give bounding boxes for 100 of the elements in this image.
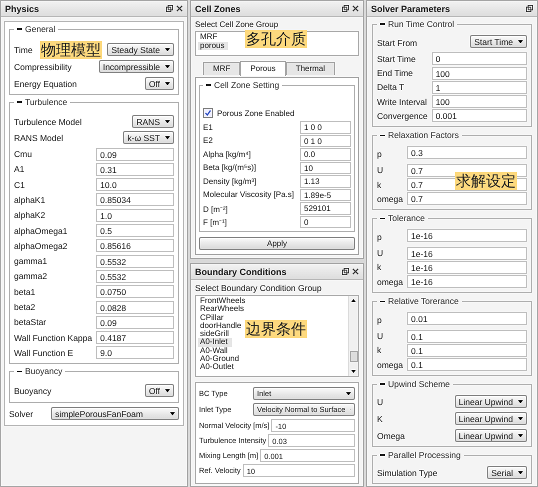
scrollbar[interactable] (348, 296, 358, 376)
restore-icon[interactable] (166, 5, 173, 12)
restore-icon[interactable] (342, 5, 349, 12)
text-field[interactable]: 1.0 (96, 208, 174, 222)
text-field[interactable]: 0.7 (407, 192, 527, 206)
restore-icon[interactable] (342, 268, 349, 275)
text-field[interactable]: 0 (432, 52, 527, 66)
text-field[interactable]: 9.0 (96, 346, 174, 360)
panel-title: Physics (5, 4, 40, 14)
text-field[interactable]: 0.1 (407, 330, 527, 343)
scrollbar-thumb[interactable] (350, 350, 358, 362)
list-item[interactable]: sideGrill (198, 330, 233, 338)
list-item[interactable]: RearWheels (198, 305, 248, 314)
close-icon[interactable] (352, 268, 359, 275)
text-field[interactable]: 0.1 (407, 358, 527, 372)
text-field[interactable]: 0.5532 (96, 254, 174, 268)
list-item[interactable]: MRF (198, 33, 222, 42)
dropdown[interactable]: simplePorousFanFoam (51, 407, 179, 420)
field-label: gamma2 (14, 271, 48, 282)
text-field[interactable]: 0.3 (407, 146, 527, 160)
text-field[interactable]: 1 0 0 (300, 121, 351, 134)
dropdown[interactable]: RANS (132, 115, 174, 128)
text-field[interactable]: 0.0 (300, 148, 351, 160)
field-label: omega (377, 360, 403, 370)
dropdown[interactable]: Start Time (470, 35, 527, 48)
field-label: F [m⁻¹] (203, 217, 227, 228)
text-field[interactable]: 100 (432, 95, 527, 108)
dropdown[interactable]: Linear Upwind (454, 429, 527, 442)
scroll-down-icon[interactable] (351, 370, 356, 373)
text-field[interactable]: 1e-16 (407, 275, 527, 288)
apply-button[interactable]: Apply (199, 237, 355, 250)
field-label: C1 (14, 180, 25, 190)
text-field[interactable]: 1e-16 (407, 246, 527, 260)
group-title: Parallel Processing (388, 450, 461, 460)
dropdown[interactable]: Linear Upwind (454, 412, 527, 426)
field-label: RANS Model (14, 132, 64, 143)
list-item[interactable]: A0-Wall (198, 346, 232, 356)
dropdown[interactable]: Steady State (107, 43, 174, 56)
list-item[interactable]: porous (198, 42, 228, 50)
text-field[interactable]: 0.31 (96, 162, 174, 176)
scroll-up-icon[interactable] (351, 299, 356, 302)
list-item[interactable]: FrontWheels (198, 297, 250, 306)
text-field[interactable]: 1.89e-5 (300, 188, 351, 201)
text-field[interactable]: 0.85034 (96, 193, 174, 206)
dropdown[interactable]: Serial (487, 466, 527, 480)
text-field[interactable]: 529101 (300, 202, 351, 214)
text-field[interactable]: 1e-16 (407, 229, 527, 242)
list-item[interactable]: A0-Ground (198, 355, 244, 364)
field-label: beta2 (14, 302, 36, 312)
tab[interactable]: Thermal (286, 62, 336, 75)
text-field[interactable]: 0.0750 (96, 285, 174, 298)
close-icon[interactable] (352, 5, 359, 12)
text-field[interactable]: 0.01 (407, 312, 527, 326)
field-label: Wall Function E (14, 348, 74, 358)
field-label: Convergence (377, 110, 428, 121)
dropdown[interactable]: Off (144, 384, 174, 398)
field-label: Alpha [kg/m⁴] (203, 150, 251, 159)
field-label: Beta [kg/(m⁵s)] (203, 163, 256, 172)
list-item[interactable]: CPillar (198, 314, 228, 322)
list-item[interactable]: A0-Inlet (198, 338, 232, 347)
field-label: Delta T (377, 82, 404, 92)
group-title: Buoyancy (25, 366, 62, 376)
text-field[interactable]: 0.85616 (96, 239, 174, 252)
text-field[interactable]: 0.4187 (96, 331, 174, 344)
text-field[interactable]: 0.09 (96, 316, 174, 329)
text-field[interactable]: 0.1 (407, 344, 527, 357)
panel-title: Cell Zones (195, 4, 241, 14)
field-label: k (377, 180, 382, 190)
field-label: Buoyancy (14, 386, 52, 396)
text-field[interactable]: 1.13 (300, 175, 351, 188)
text-field[interactable]: 0.5532 (96, 270, 174, 283)
dropdown[interactable]: Linear Upwind (454, 395, 527, 408)
close-icon[interactable] (176, 5, 183, 12)
list-item[interactable]: A0-Outlet (198, 363, 238, 372)
field-label: Write Interval (377, 96, 427, 107)
panel-title: Solver Parameters (371, 4, 450, 14)
field-label: Compressibility (14, 62, 72, 72)
list-item[interactable]: doorHandle (198, 322, 246, 330)
text-field[interactable]: 0.001 (432, 109, 527, 122)
text-field[interactable]: 0.0828 (96, 300, 174, 314)
text-field[interactable]: 10.0 (96, 178, 174, 192)
text-field[interactable]: 1e-16 (407, 260, 527, 274)
group-title: General (25, 24, 56, 34)
tab[interactable]: MRF (203, 62, 240, 75)
text-field[interactable]: 100 (432, 66, 527, 80)
text-field[interactable]: 0 1 0 (300, 134, 351, 147)
text-field[interactable]: 0.5 (96, 224, 174, 238)
field-label: alphaK1 (14, 194, 46, 205)
text-field[interactable]: 1 (432, 80, 527, 94)
dropdown[interactable]: Off (144, 77, 174, 90)
text-field[interactable]: 0.09 (96, 148, 174, 161)
checkbox[interactable] (203, 108, 213, 118)
dropdown[interactable]: k-ω SST (123, 131, 174, 144)
dropdown[interactable]: Incompressible (98, 60, 174, 73)
text-field[interactable]: 10 (300, 162, 351, 174)
restore-icon[interactable] (526, 5, 533, 12)
text-field[interactable]: 0 (300, 216, 351, 228)
tab[interactable]: Porous (240, 61, 286, 76)
group-title: Relaxation Factors (388, 130, 459, 140)
annotation-tooltip: 边界条件 (245, 320, 307, 338)
